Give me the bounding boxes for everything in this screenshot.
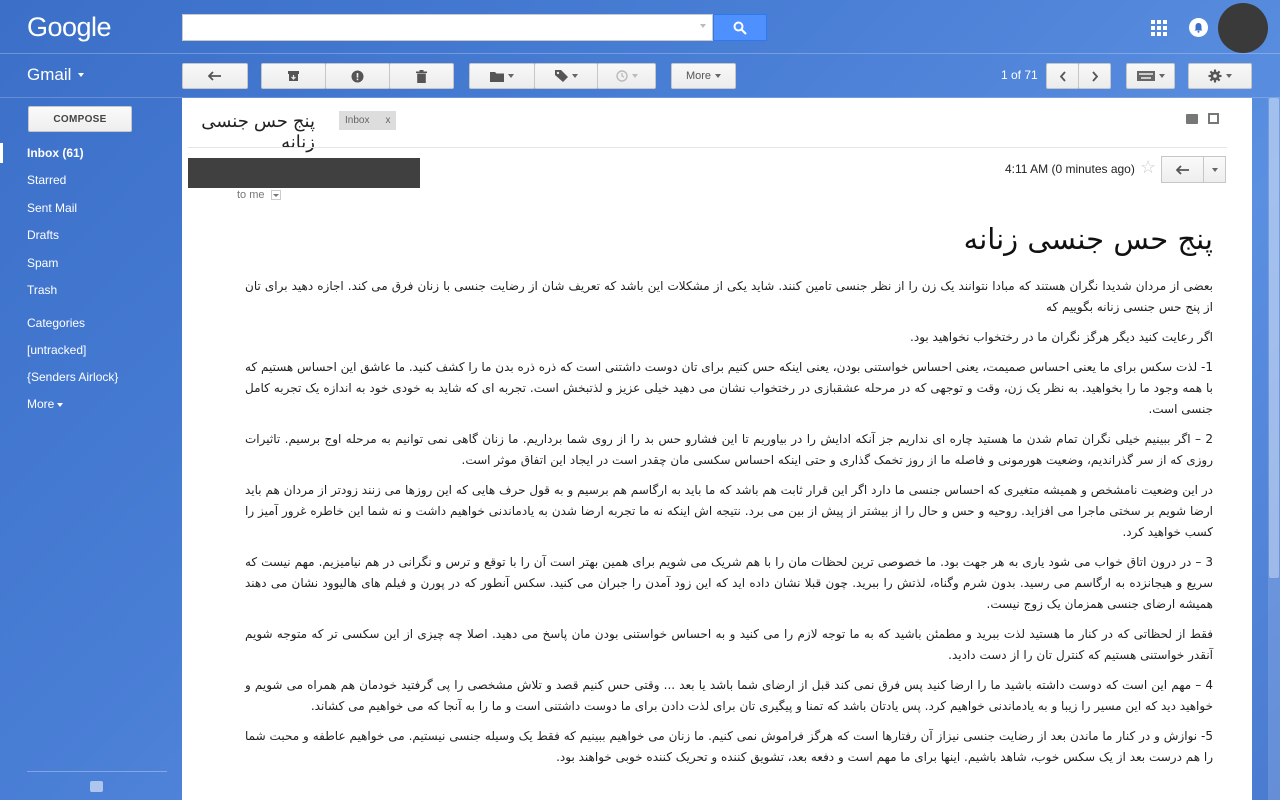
sidebar-item-more-label: More — [27, 397, 55, 411]
delete-button[interactable] — [389, 63, 454, 89]
reply-icon — [1175, 164, 1189, 175]
compose-button[interactable]: COMPOSE — [28, 106, 132, 132]
sidebar-item-senders-airlock[interactable]: {Senders Airlock} — [27, 370, 118, 384]
message-body: پنج حس جنسی زنانه بعضی از مردان شدیدا نگ… — [245, 222, 1213, 777]
header-divider — [0, 53, 1280, 54]
chevron-down-icon — [1158, 74, 1165, 78]
recipients-text: to me — [237, 189, 265, 201]
archive-icon — [288, 71, 299, 81]
label-tag-icon — [554, 70, 568, 82]
report-spam-button[interactable] — [325, 63, 390, 89]
body-paragraph: در این وضعیت نامشخص و همیشه متغیری که اح… — [245, 483, 1213, 539]
search-box[interactable] — [182, 14, 713, 41]
message-timestamp: 4:11 AM (0 minutes ago) — [1005, 162, 1135, 176]
star-icon[interactable]: ☆ — [1140, 157, 1156, 178]
chevron-right-icon — [1091, 70, 1098, 82]
reply-button[interactable] — [1161, 156, 1204, 183]
notifications-bell-icon[interactable] — [1189, 18, 1208, 37]
sidebar-item-spam[interactable]: Spam — [27, 256, 58, 270]
top-bar: Google — [0, 0, 1280, 54]
older-button[interactable] — [1078, 63, 1111, 89]
account-avatar[interactable] — [1218, 3, 1268, 53]
sidebar-divider — [27, 771, 167, 772]
print-icon[interactable] — [1186, 114, 1198, 124]
back-arrow-icon — [208, 71, 221, 81]
scrollbar-thumb[interactable] — [1269, 98, 1279, 578]
sidebar-item-trash[interactable]: Trash — [27, 283, 57, 297]
archive-button[interactable] — [261, 63, 326, 89]
body-paragraph: 5- نوازش و در کنار ما ماندن بعد از رضایت… — [245, 729, 1213, 764]
body-paragraph: 2 – اگر ببینیم خیلی نگران تمام شدن ما هس… — [245, 432, 1213, 467]
newer-button[interactable] — [1046, 63, 1079, 89]
input-tools-button[interactable] — [1126, 63, 1175, 89]
google-logo[interactable]: Google — [27, 12, 112, 43]
search-input[interactable] — [183, 15, 712, 40]
chat-icon[interactable] — [90, 781, 103, 792]
trash-icon — [416, 69, 427, 83]
chevron-down-icon — [715, 74, 722, 78]
sidebar-item-more[interactable]: More — [27, 397, 64, 411]
message-panel: پنج حس جنسی زنانه Inbox x to me 4:11 AM … — [182, 98, 1252, 800]
more-actions-label: More — [685, 70, 712, 82]
body-paragraph: فقط از لحظاتی که در کنار ما هستید لذت بب… — [245, 627, 1213, 662]
chevron-down-icon — [1226, 74, 1232, 78]
show-details-icon[interactable] — [270, 190, 281, 200]
recipients: to me — [237, 189, 281, 201]
clock-icon — [615, 70, 628, 82]
sender-redacted — [188, 158, 420, 188]
folder-icon — [490, 71, 504, 82]
chevron-down-icon — [631, 74, 638, 78]
more-reply-options-button[interactable] — [1203, 156, 1226, 183]
settings-button[interactable] — [1188, 63, 1252, 89]
body-paragraph: 3 – در درون اتاق خواب می شود یاری به هر … — [245, 555, 1213, 611]
body-paragraph: اگر رعایت کنید دیگر هرگز نگران ما در رخت… — [910, 330, 1213, 344]
chevron-left-icon — [1059, 70, 1066, 82]
back-button[interactable] — [182, 63, 248, 89]
remove-label-icon[interactable]: x — [385, 115, 390, 126]
sidebar-item-sent[interactable]: Sent Mail — [27, 201, 77, 215]
more-actions-button[interactable]: More — [671, 63, 736, 89]
search-options-icon[interactable] — [700, 24, 706, 28]
move-to-button[interactable] — [469, 63, 535, 89]
message-divider — [188, 147, 1227, 148]
sidebar-item-inbox[interactable]: Inbox (61) — [27, 146, 84, 160]
snooze-button[interactable] — [597, 63, 656, 89]
inbox-label-text: Inbox — [345, 115, 370, 126]
inbox-label-chip[interactable]: Inbox x — [339, 111, 397, 130]
chevron-down-icon — [78, 73, 85, 77]
sidebar-item-categories[interactable]: Categories — [27, 316, 85, 330]
gear-icon — [1208, 69, 1222, 83]
body-paragraph: 1- لذت سکس برای ما یعنی احساس صمیمت، یعن… — [245, 360, 1213, 416]
report-spam-icon — [351, 70, 364, 82]
sidebar-item-untracked[interactable]: [untracked] — [27, 343, 86, 357]
search-icon — [733, 21, 747, 35]
apps-grid-icon[interactable] — [1151, 20, 1167, 36]
search-button[interactable] — [713, 14, 767, 41]
pager-count: 1 of 71 — [1001, 68, 1038, 82]
sidebar-item-starred[interactable]: Starred — [27, 173, 66, 187]
chevron-down-icon — [571, 74, 578, 78]
gmail-label: Gmail — [27, 65, 72, 84]
labels-button[interactable] — [534, 63, 598, 89]
active-indicator — [0, 143, 3, 163]
open-new-window-icon[interactable] — [1208, 113, 1219, 124]
chevron-down-icon — [57, 402, 64, 407]
chevron-down-icon — [508, 74, 514, 78]
body-paragraph: بعضی از مردان شدیدا نگران هستند که مبادا… — [245, 279, 1213, 314]
gmail-menu[interactable]: Gmail — [27, 65, 85, 85]
body-paragraph: 4 – مهم این است که دوست داشته باشید ما ر… — [245, 678, 1213, 713]
body-heading: پنج حس جنسی زنانه — [963, 222, 1213, 256]
keyboard-icon — [1136, 71, 1155, 81]
sidebar-item-drafts[interactable]: Drafts — [27, 228, 59, 242]
